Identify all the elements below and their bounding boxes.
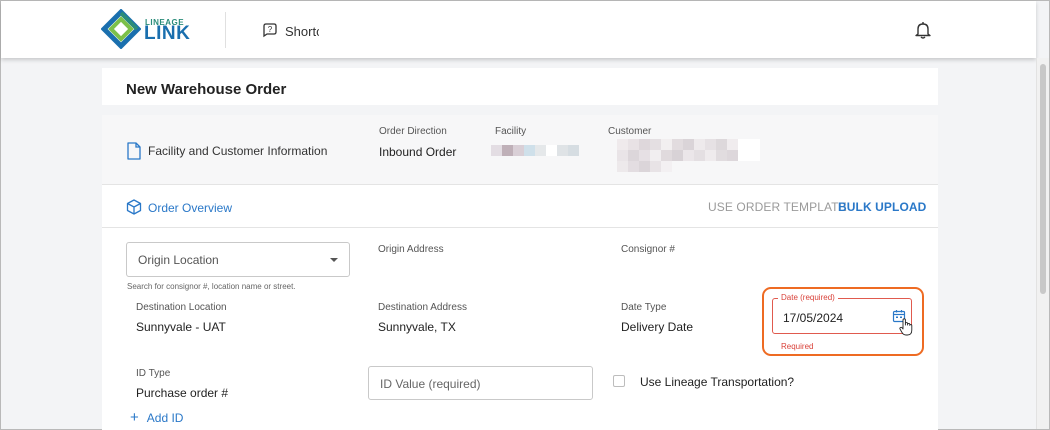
lineage-link-logo[interactable]: LINEAGE LINK	[101, 9, 191, 49]
id-type-value: Purchase order #	[136, 386, 229, 400]
origin-location-select[interactable]: Origin Location	[126, 242, 350, 277]
page-title: New Warehouse Order	[126, 81, 287, 98]
order-overview-link[interactable]: Order Overview	[148, 201, 232, 215]
customer-label: Customer	[608, 126, 652, 137]
title-card: New Warehouse Order	[102, 68, 938, 105]
date-field-value: 17/05/2024	[783, 311, 844, 325]
shortcuts-menu[interactable]: ? Shortcu	[261, 21, 319, 41]
destination-location-label: Destination Location	[136, 302, 227, 313]
origin-address-label: Origin Address	[378, 244, 444, 255]
consignor-label: Consignor #	[621, 244, 675, 255]
date-type-value: Delivery Date	[621, 320, 694, 334]
vertical-scrollbar[interactable]	[1036, 58, 1049, 429]
header-divider	[225, 12, 226, 48]
plus-icon: +	[130, 409, 139, 426]
lineage-transportation-label: Use Lineage Transportation?	[640, 375, 795, 389]
chevron-down-icon	[330, 258, 338, 262]
date-error-text: Required	[781, 342, 814, 351]
facility-label: Facility	[495, 126, 527, 137]
facility-section-label: Facility and Customer Information	[148, 144, 328, 158]
logo-mark-icon	[101, 9, 141, 49]
use-order-template-button[interactable]: USE ORDER TEMPLATE	[708, 200, 847, 214]
logo-text-bottom: LINK	[144, 23, 191, 44]
destination-location-value: Sunnyvale - UAT	[136, 320, 226, 334]
id-type-label: ID Type	[136, 368, 171, 379]
top-bar: LINEAGE LINK ? Shortcu	[1, 1, 1036, 58]
order-overview-section: Order Overview USE ORDER TEMPLATE BULK U…	[102, 186, 938, 228]
scrollbar-thumb[interactable]	[1040, 64, 1046, 294]
id-value-placeholder: ID Value (required)	[380, 377, 481, 391]
destination-address-value: Sunnyvale, TX	[378, 320, 456, 334]
cube-icon	[126, 199, 142, 215]
destination-address-label: Destination Address	[378, 302, 467, 313]
shortcuts-label: Shortcu	[285, 23, 319, 39]
order-direction-label: Order Direction	[379, 126, 447, 137]
facility-value-redacted	[491, 145, 579, 156]
bulk-upload-button[interactable]: BULK UPLOAD	[838, 200, 926, 214]
origin-helper-text: Search for consignor #, location name or…	[127, 282, 296, 291]
bell-icon[interactable]	[913, 20, 933, 40]
hand-cursor-icon	[899, 318, 913, 336]
document-icon	[127, 142, 141, 160]
origin-location-placeholder: Origin Location	[138, 253, 219, 267]
id-value-input[interactable]: ID Value (required)	[368, 366, 593, 400]
date-type-label: Date Type	[621, 302, 667, 313]
date-field-label: Date (required)	[778, 293, 838, 302]
question-chat-icon: ?	[263, 23, 277, 38]
add-id-button[interactable]: + Add ID	[130, 409, 184, 426]
lineage-transportation-checkbox[interactable]	[613, 375, 625, 387]
svg-text:?: ?	[268, 25, 273, 34]
add-id-label: Add ID	[146, 411, 184, 425]
facility-customer-section[interactable]: Facility and Customer Information Order …	[102, 115, 938, 185]
order-direction-value: Inbound Order	[379, 145, 457, 159]
customer-value-redacted	[617, 139, 760, 172]
